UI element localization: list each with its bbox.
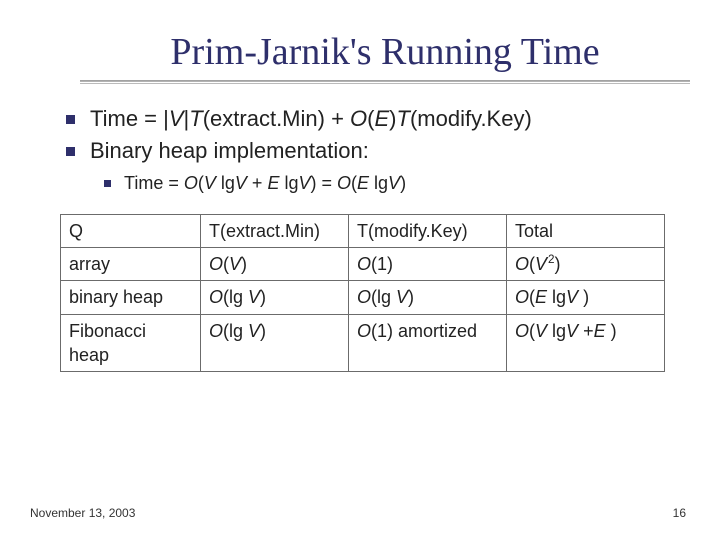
text: ): [241, 254, 247, 274]
cell: O(lg V): [349, 281, 507, 314]
var-E: E: [594, 321, 606, 341]
bullet-time-formula: Time = |V|T(extract.Min) + O(E)T(modify.…: [60, 104, 670, 134]
var-V: V: [566, 287, 578, 307]
cell-fibonacci: Fibonacci heap: [61, 314, 201, 372]
var-V: V: [535, 254, 547, 274]
var-E: E: [357, 173, 369, 193]
var-V: V: [298, 173, 310, 193]
var-V: V: [235, 173, 247, 193]
text: lg: [547, 287, 566, 307]
var-E: E: [267, 173, 279, 193]
text: ): [400, 173, 406, 193]
text: ): [555, 254, 561, 274]
th-extractmin: T(extract.Min): [201, 214, 349, 247]
text: lg: [547, 321, 566, 341]
text: lg: [279, 173, 298, 193]
text: +: [578, 321, 594, 341]
text: +: [247, 173, 268, 193]
var-T: T: [397, 106, 410, 131]
var-O: O: [357, 287, 371, 307]
text: (lg: [223, 287, 248, 307]
text: (lg: [223, 321, 248, 341]
text: (1): [371, 254, 393, 274]
var-V: V: [204, 173, 216, 193]
var-E: E: [535, 287, 547, 307]
bullet-time-eq: Time = O(V lgV + E lgV) = O(E lgV): [100, 171, 670, 195]
complexity-table: Q T(extract.Min) T(modify.Key) Total arr…: [60, 214, 665, 372]
page-number: 16: [673, 506, 686, 520]
var-V: V: [396, 287, 408, 307]
var-O: O: [515, 254, 529, 274]
bullet-list-2: Time = O(V lgV + E lgV) = O(E lgV): [100, 171, 670, 195]
cell-array: array: [61, 247, 201, 280]
var-O: O: [357, 321, 371, 341]
text: ): [260, 321, 266, 341]
text: (modify.Key): [410, 106, 532, 131]
var-O: O: [209, 321, 223, 341]
cell: O(V): [201, 247, 349, 280]
text: ): [408, 287, 414, 307]
table-row: Fibonacci heap O(lg V) O(1) amortized O(…: [61, 314, 665, 372]
var-E: E: [374, 106, 389, 131]
var-V: V: [229, 254, 241, 274]
text: Time =: [124, 173, 184, 193]
var-V: V: [535, 321, 547, 341]
text: ): [389, 106, 396, 131]
var-O: O: [350, 106, 367, 131]
var-T: T: [189, 106, 202, 131]
slide-title: Prim-Jarnik's Running Time: [80, 30, 690, 74]
footer-date: November 13, 2003: [30, 506, 135, 520]
var-V: V: [248, 321, 260, 341]
bullet-binary-heap: Binary heap implementation:: [60, 136, 670, 166]
text: (lg: [371, 287, 396, 307]
slide: Prim-Jarnik's Running Time Time = |V|T(e…: [0, 0, 720, 540]
cell: O(lg V): [201, 281, 349, 314]
var-O: O: [337, 173, 351, 193]
cell: O(1): [349, 247, 507, 280]
cell: O(1) amortized: [349, 314, 507, 372]
text: Binary heap implementation:: [90, 138, 369, 163]
text: lg: [216, 173, 235, 193]
text: (1) amortized: [371, 321, 477, 341]
var-O: O: [515, 287, 529, 307]
title-underline: [80, 80, 690, 84]
var-O: O: [357, 254, 371, 274]
text: Time = |: [90, 106, 169, 131]
var-O: O: [515, 321, 529, 341]
th-total: Total: [507, 214, 665, 247]
sup-2: 2: [547, 253, 555, 266]
th-Q: Q: [61, 214, 201, 247]
cell: O(V lgV +E ): [507, 314, 665, 372]
text: ): [260, 287, 266, 307]
text: ) =: [310, 173, 337, 193]
var-V: V: [248, 287, 260, 307]
var-V: V: [566, 321, 578, 341]
text: ): [578, 287, 589, 307]
bullet-list-1: Time = |V|T(extract.Min) + O(E)T(modify.…: [60, 104, 670, 165]
text: lg: [369, 173, 388, 193]
text: (extract.Min) +: [203, 106, 350, 131]
table-row: binary heap O(lg V) O(lg V) O(E lgV ): [61, 281, 665, 314]
var-V: V: [388, 173, 400, 193]
cell: O(lg V): [201, 314, 349, 372]
cell-binary-heap: binary heap: [61, 281, 201, 314]
th-modifykey: T(modify.Key): [349, 214, 507, 247]
table-header-row: Q T(extract.Min) T(modify.Key) Total: [61, 214, 665, 247]
table-row: array O(V) O(1) O(V2): [61, 247, 665, 280]
text: ): [606, 321, 617, 341]
var-O: O: [209, 254, 223, 274]
var-V: V: [169, 106, 184, 131]
var-O: O: [209, 287, 223, 307]
var-O: O: [184, 173, 198, 193]
content-area: Time = |V|T(extract.Min) + O(E)T(modify.…: [60, 104, 670, 372]
cell: O(E lgV ): [507, 281, 665, 314]
cell: O(V2): [507, 247, 665, 280]
